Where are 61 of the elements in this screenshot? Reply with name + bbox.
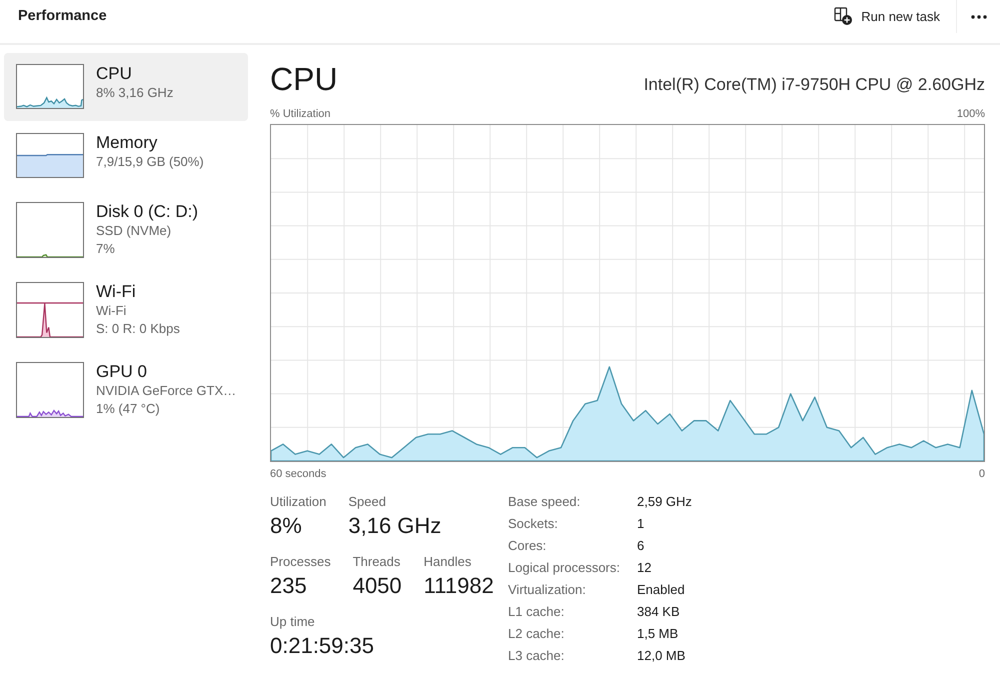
sidebar-item[interactable]: Disk 0 (C: D:) SSD (NVMe) 7% [4,191,248,270]
spec-value: Enabled [637,581,686,599]
stat-label: Processes [270,553,331,570]
spec-label: Logical processors: [508,559,621,577]
stat-label: Utilization [270,493,326,510]
spec-label: Sockets: [508,515,559,533]
resource-name: Wi-Fi [96,282,137,302]
resource-name: Memory [96,133,158,153]
spec-label: L3 cache: [508,647,566,665]
resource-name: Disk 0 (C: D:) [96,202,198,222]
processor-name: Intel(R) Core(TM) i7-9750H CPU @ 2.60GHz [644,74,985,96]
resource-detail: NVIDIA GeForce GTX… [96,382,236,400]
mini-graph [16,133,84,178]
page-title: Performance [18,7,108,26]
spec-label: Virtualization: [508,581,587,599]
resource-detail: S: 0 R: 0 Kbps [96,320,180,338]
sidebar-item[interactable]: GPU 0 NVIDIA GeForce GTX… 1% (47 °C) [4,351,248,430]
stat-value: 0:21:59:35 [270,632,374,660]
spec-value: 1,5 MB [637,625,680,643]
resource-detail: 8% 3,16 GHz [96,84,174,102]
mini-graph [16,64,84,109]
stat-label: Speed [348,493,387,510]
resource-detail: 7% [96,240,116,258]
resource-name: CPU [96,64,133,84]
resource-detail: 1% (47 °C) [96,400,161,418]
resource-name: GPU 0 [96,362,148,382]
spec-label: Base speed: [508,493,582,511]
sidebar-item[interactable]: Wi-Fi Wi-Fi S: 0 R: 0 Kbps [4,271,248,350]
mini-graph [16,362,84,418]
spec-label: Cores: [508,537,548,555]
stat-value: 3,16 GHz [348,512,442,540]
spec-value: 2,59 GHz [637,493,692,511]
spec-value: 12 [637,559,652,577]
resource-detail: SSD (NVMe) [96,222,172,240]
stat-label: Threads [352,553,402,570]
time-label: 0 [978,467,985,481]
stat-value: 235 [270,572,308,600]
spec-value: 384 KB [637,603,681,621]
run-task-button[interactable]: Run new task [826,1,948,31]
sidebar-item[interactable]: Memory 7,9/15,9 GB (50%) [4,122,248,190]
more-icon [970,14,986,18]
axis-label: % Utilization [270,107,331,121]
stat-value: 111982 [424,572,494,600]
mini-graph [16,282,84,338]
sidebar-item[interactable]: CPU 8% 3,16 GHz [4,53,248,121]
spec-label: L2 cache: [508,625,566,643]
stat-label: Handles [424,553,472,570]
resource-detail: 7,9/15,9 GB (50%) [96,153,204,171]
section-title: CPU [270,60,338,98]
spec-label: L1 cache: [508,603,566,621]
stat-label: Up time [270,613,316,630]
spec-value: 12,0 MB [637,647,686,665]
scale-label: 100% [956,107,985,121]
resource-detail: Wi-Fi [96,302,128,320]
window-plus-icon [834,7,852,25]
mini-graph [16,202,84,258]
time-label: 60 seconds [270,467,326,481]
stat-value: 8% [270,512,303,540]
spec-value: 6 [637,537,646,555]
stat-value: 4050 [352,572,402,600]
spec-value: 1 [637,515,646,533]
